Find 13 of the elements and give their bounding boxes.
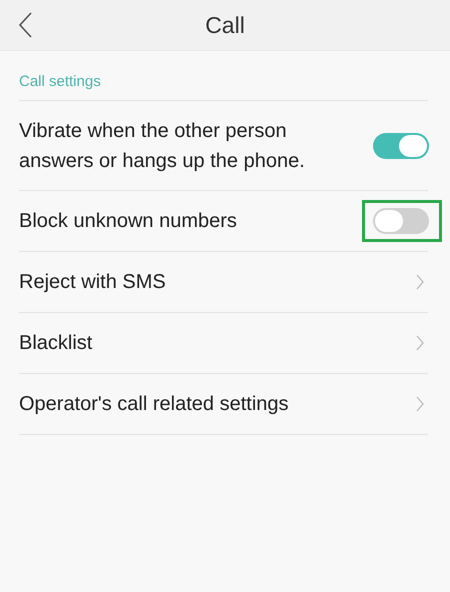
chevron-right-icon <box>416 396 424 412</box>
chevron-right-icon <box>416 335 424 351</box>
toggle-switch[interactable] <box>373 208 429 234</box>
page-title: Call <box>205 12 245 38</box>
setting-label: Vibrate when the other person answers or hangs up the phone. <box>19 118 306 174</box>
toggle-switch[interactable] <box>373 132 429 158</box>
setting-label: Block unknown numbers <box>19 209 237 234</box>
setting-label: Reject with SMS <box>19 270 166 295</box>
section-heading: Call settings <box>19 51 428 101</box>
chevron-right-icon <box>416 274 424 290</box>
setting-label: Operator's call related settings <box>19 392 289 417</box>
setting-label: Blacklist <box>19 331 92 356</box>
back-chevron-icon <box>18 12 32 38</box>
